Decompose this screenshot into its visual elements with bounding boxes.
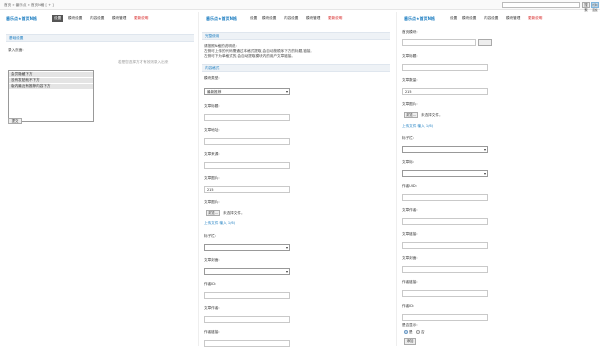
tab-module-settings[interactable]: 模块设置 [68,16,82,21]
info-line: 左侧可下为单格式的,会自动提取模块内的用户文章链接。 [204,54,295,58]
submit-button[interactable]: 提交 [8,118,22,124]
count-input[interactable]: 215 [204,186,290,193]
field-label: 文章图片: [204,176,220,180]
field-label: 作者链接: [402,280,418,284]
browse-button[interactable]: 浏览... [206,210,220,216]
author-id-input[interactable] [402,314,488,321]
divider [396,12,397,346]
radio-no[interactable] [416,330,420,334]
author-input[interactable] [204,316,290,323]
right-panel: 番乐点★首页N格 设置 模块设置 内容设置 模块管理 更新说明 首页模块: 文章… [398,12,600,346]
field-label: 文章地址: [204,128,220,132]
link-input[interactable] [402,242,488,249]
tag-select[interactable] [204,244,290,251]
tab-module-manage[interactable]: 模块管理 [306,16,320,21]
divider [198,12,199,346]
field-label: 文章链接: [402,232,418,236]
title-input[interactable] [204,114,290,121]
no-file-text: 未选择文件。 [421,113,443,117]
add-button[interactable]: 添加 [404,338,416,345]
hint-text: 若是您选择方才有效则录入出来 [118,60,169,64]
tab-module-settings[interactable]: 模块设置 [262,16,276,21]
count-input[interactable]: 215 [402,88,488,95]
category-select[interactable] [402,170,488,177]
middle-panel: 番乐点★首页N格 设置 模块设置 内容设置 模块管理 更新说明 完整使用 请按照… [200,12,396,347]
section-header: 完整使用 [202,32,390,40]
field-label: 作者ID: [402,304,415,308]
author-link-input[interactable] [402,290,488,297]
tab-content-settings[interactable]: 内容设置 [284,16,298,21]
search-input[interactable] [502,2,580,8]
tab-module-manage[interactable]: 模块管理 [112,16,126,21]
url-input[interactable] [204,138,290,145]
tag-select[interactable] [402,146,488,153]
author-id-input[interactable] [204,292,290,299]
field-label: 录入页面: [8,48,24,52]
field-label: 标子栏: [204,234,216,238]
module-button[interactable] [478,39,492,46]
source-input[interactable] [204,162,290,169]
top-bar: 首页 » 番乐点 » 首页N格 [ + ] 搜索 控制面板 [0,0,600,12]
section-header: 内容格式 [202,64,390,72]
no-file-text: 未选择文件。 [223,211,245,215]
search-button[interactable]: 搜索 [582,2,590,12]
field-label: 文章图片: [402,102,418,106]
tab-update-notes[interactable]: 更新说明 [134,16,148,21]
upload-link[interactable]: 上传文件 输入 1/6) [204,221,235,226]
field-label: 文章数量: [402,78,418,82]
section-header: 基础设置 [6,34,194,42]
field-label: 文章作者: [204,306,220,310]
tab-content-settings[interactable]: 内容设置 [90,16,104,21]
field-label: 标子栏: [402,136,414,140]
brand-title: 番乐点★首页N格 [6,16,37,21]
left-panel: 番乐点★首页N格 设置 模块设置 内容设置 模块管理 更新说明 基础设置 录入页… [0,12,198,346]
browse-button[interactable]: 浏览... [404,112,418,118]
field-label: 首页模块: [402,30,418,34]
field-label: 文章作者: [402,208,418,212]
radio-yes[interactable] [404,330,408,334]
field-label: 文章标题: [402,54,418,58]
tab-update-notes[interactable]: 更新说明 [328,16,342,21]
cover-select[interactable] [204,268,290,275]
field-label: 文章图片: [204,200,220,204]
tab-settings[interactable]: 设置 [250,16,257,21]
upload-link[interactable]: 上传文件 输入 1/6) [402,124,433,129]
list-item[interactable]: 没有发贴就不下方 [9,78,93,83]
field-label: 文章封面: [204,258,220,262]
tab-settings[interactable]: 设置 [52,15,64,22]
title-input[interactable] [402,64,488,71]
list-item[interactable]: 版内最近有推荐内容下方 [9,84,93,89]
list-item[interactable]: 会员隐藏下方 [9,72,93,77]
field-label: 作者链接: [204,330,220,334]
field-label: 文章来源: [204,152,220,156]
field-label: 作者UID: [402,184,417,188]
author-input[interactable] [402,218,488,225]
field-label: 作者ID: [204,282,217,286]
field-label: 是否显示: [402,323,418,327]
breadcrumb[interactable]: 首页 » 番乐点 » 首页N格 [ + ] [4,3,54,8]
tab-settings[interactable]: 设置 [450,16,457,21]
tab-update-notes[interactable]: 更新说明 [528,16,542,21]
field-label: 模块类型: [204,76,220,80]
module-input[interactable] [402,39,476,46]
control-panel-button[interactable]: 控制面板 [591,2,599,12]
cover-input[interactable] [402,266,488,273]
tab-module-manage[interactable]: 模块管理 [506,16,520,21]
info-text: 请按照N格的说明说: 左侧可上传的代码需通过本格式提取,会自动按顺序下方的标题,… [204,44,312,59]
brand-title: 番乐点★首页N格 [206,16,237,21]
radio-label: 是 [409,330,413,334]
brand-title: 番乐点★首页N格 [404,16,435,21]
author-uid-input[interactable] [402,194,488,201]
field-label: 文章标: [402,160,414,164]
page-listbox[interactable]: 会员隐藏下方 没有发贴就不下方 版内最近有推荐内容下方 [8,70,94,122]
field-label: 文章标题: [204,104,220,108]
type-select[interactable]: 最新推荐 [204,88,290,95]
radio-label: 否 [421,330,425,334]
tab-module-settings[interactable]: 模块设置 [462,16,476,21]
tab-content-settings[interactable]: 内容设置 [484,16,498,21]
field-label: 文章封面: [402,256,418,260]
